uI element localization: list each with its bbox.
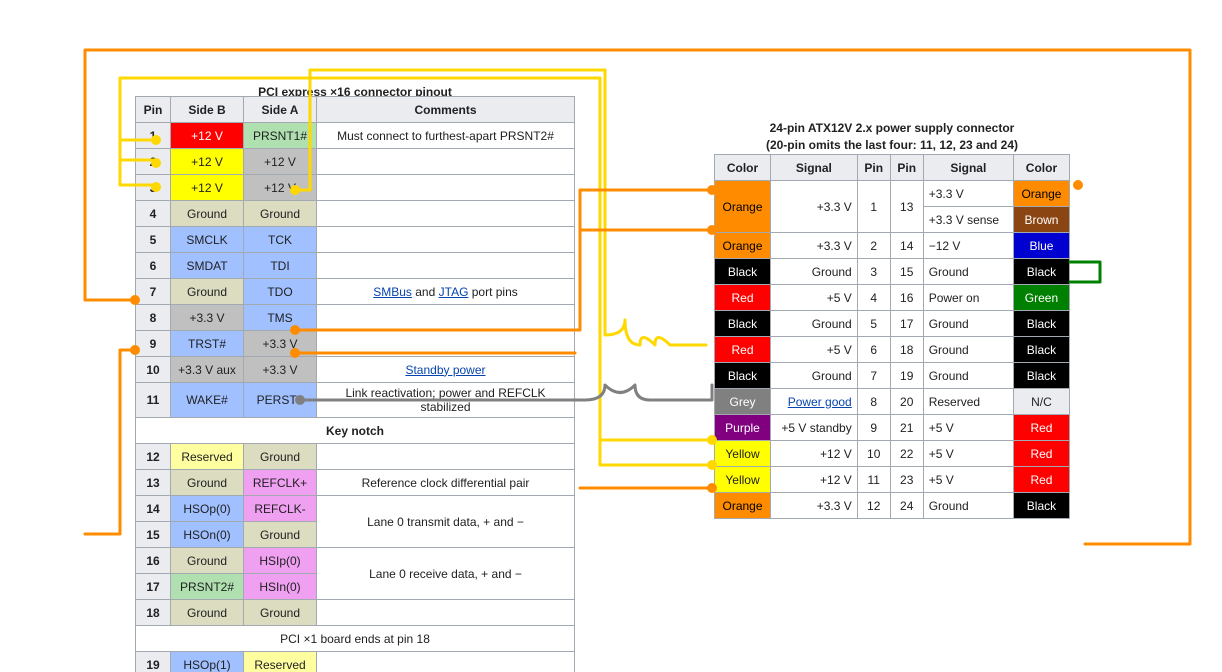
- atx-row: Yellow+12 V1123+5 VRed: [715, 467, 1070, 493]
- pcie-row: 1+12 VPRSNT1#Must connect to furthest-ap…: [136, 123, 575, 149]
- pcie-row: 13GroundREFCLK+Reference clock different…: [136, 470, 575, 496]
- pcie-row: PCI ×1 board ends at pin 18: [136, 626, 575, 652]
- atx-row: BlackGround719GroundBlack: [715, 363, 1070, 389]
- pcie-row: Key notch: [136, 418, 575, 444]
- atx-caption: 24-pin ATX12V 2.x power supply connector…: [714, 120, 1070, 154]
- pcie-row: 19HSOp(1)ReservedLane 1 transmit data, +…: [136, 652, 575, 672]
- pcie-row: 2+12 V+12 V: [136, 149, 575, 175]
- atx-row: GreyPower good820ReservedN/C: [715, 389, 1070, 415]
- pcie-row: 18GroundGround: [136, 600, 575, 626]
- pcie-row: 8+3.3 VTMS: [136, 305, 575, 331]
- pcie-header-comments: Comments: [317, 97, 575, 123]
- atx-hdr-pin-l: Pin: [857, 155, 890, 181]
- standby-power-link[interactable]: Standby power: [405, 363, 485, 377]
- atx-hdr-color-l: Color: [715, 155, 771, 181]
- pcie-row: 4GroundGround: [136, 201, 575, 227]
- atx-title: 24-pin ATX12V 2.x power supply connector: [770, 121, 1015, 135]
- atx-hdr-color-r: Color: [1013, 155, 1069, 181]
- atx-row: Orange+3.3 V1224GroundBlack: [715, 493, 1070, 519]
- pcie-row: 7GroundTDOSMBus and JTAG port pins: [136, 279, 575, 305]
- pcie-row: 3+12 V+12 V: [136, 175, 575, 201]
- atx-row: Red+5 V416Power onGreen: [715, 285, 1070, 311]
- pcie-row: 9TRST#+3.3 V: [136, 331, 575, 357]
- pcie-row: 16GroundHSIp(0)Lane 0 receive data, + an…: [136, 548, 575, 574]
- pcie-header-pin: Pin: [136, 97, 171, 123]
- pcie-pinout-table: Pin Side B Side A Comments 1+12 VPRSNT1#…: [135, 96, 575, 672]
- atx-connector-table: Color Signal Pin Pin Signal Color Orange…: [714, 154, 1070, 519]
- link[interactable]: SMBus: [373, 285, 412, 299]
- atx-row: Purple+5 V standby921+5 VRed: [715, 415, 1070, 441]
- link[interactable]: JTAG: [439, 285, 469, 299]
- pcie-row: 11WAKE#PERST#Link reactivation; power an…: [136, 383, 575, 418]
- atx-row: Yellow+12 V1022+5 VRed: [715, 441, 1070, 467]
- atx-row: BlackGround315GroundBlack: [715, 259, 1070, 285]
- atx-row: Red+5 V618GroundBlack: [715, 337, 1070, 363]
- pcie-row: 14HSOp(0)REFCLK-Lane 0 transmit data, + …: [136, 496, 575, 522]
- atx-row: Orange+3.3 V113+3.3 VOrange: [715, 181, 1070, 207]
- pcie-row: 12ReservedGround: [136, 444, 575, 470]
- pcie-row: 6SMDATTDI: [136, 253, 575, 279]
- atx-row: BlackGround517GroundBlack: [715, 311, 1070, 337]
- pcie-row: 5SMCLKTCK: [136, 227, 575, 253]
- pcie-row: 10+3.3 V aux+3.3 VStandby power: [136, 357, 575, 383]
- atx-hdr-signal-l: Signal: [771, 155, 858, 181]
- pcie-header-sideB: Side B: [171, 97, 244, 123]
- atx-hdr-signal-r: Signal: [923, 155, 1013, 181]
- atx-subtitle: (20-pin omits the last four: 11, 12, 23 …: [766, 138, 1018, 152]
- pcie-header-sideA: Side A: [244, 97, 317, 123]
- power-good-link[interactable]: Power good: [788, 395, 852, 409]
- atx-hdr-pin-r: Pin: [890, 155, 923, 181]
- atx-row: Orange+3.3 V214−12 VBlue: [715, 233, 1070, 259]
